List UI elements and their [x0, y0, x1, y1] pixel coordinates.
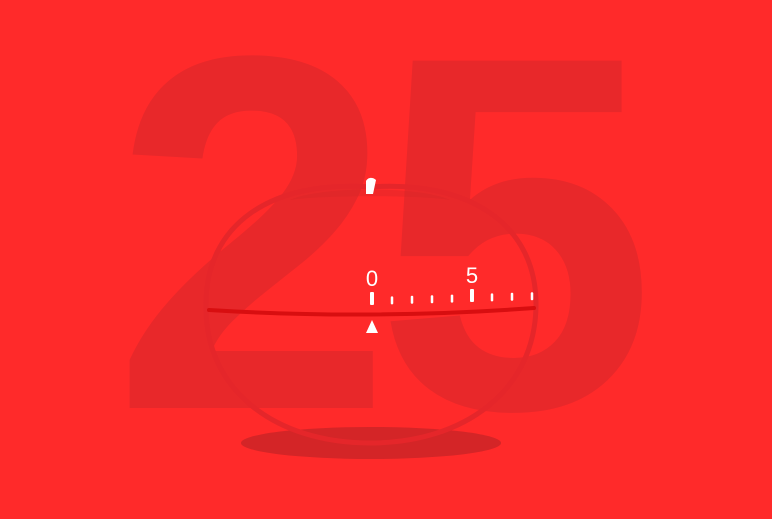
- dial-label-5: 5: [466, 263, 478, 288]
- dial-minor-tick: [430, 295, 434, 304]
- dial-minor-tick: [450, 294, 454, 303]
- dial-major-tick: [370, 292, 374, 305]
- dial-minor-tick: [510, 292, 514, 301]
- pomodoro-timer-illustration: 25 0 5: [112, 0, 661, 516]
- dial-minor-tick: [530, 292, 534, 301]
- dial-minor-tick: [490, 293, 494, 302]
- dial-major-tick: [470, 289, 474, 302]
- dial-minor-tick: [410, 295, 414, 304]
- dial-minor-tick: [390, 296, 394, 305]
- dial-label-0: 0: [366, 266, 378, 291]
